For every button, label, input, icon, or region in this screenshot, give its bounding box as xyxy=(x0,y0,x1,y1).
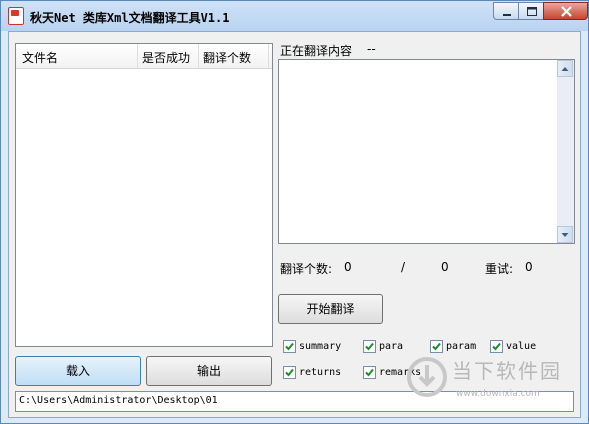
maximize-icon xyxy=(527,7,537,16)
watermark-url: www.downxia.com xyxy=(456,389,540,399)
vertical-scrollbar[interactable] xyxy=(557,60,574,243)
column-divider xyxy=(268,44,269,68)
app-window: 秋天Net 类库Xml文档翻译工具V1.1 文件名 是否成功 翻译个数 正在翻译… xyxy=(0,0,589,424)
close-icon xyxy=(561,6,572,17)
checkbox-box[interactable] xyxy=(363,340,376,353)
watermark-name: 当下软件园 xyxy=(452,359,562,383)
minimize-button[interactable] xyxy=(493,2,519,20)
checkbox-box[interactable] xyxy=(283,340,296,353)
status-value: -- xyxy=(367,42,376,56)
path-text: C:\Users\Administrator\Desktop\01 xyxy=(19,395,218,406)
translated-count-label: 翻译个数: xyxy=(280,262,333,276)
maximize-button[interactable] xyxy=(518,2,544,20)
checkbox-box[interactable] xyxy=(430,340,443,353)
option-label: para xyxy=(379,341,404,352)
checkmark-icon xyxy=(365,368,374,377)
checkmark-icon xyxy=(365,342,374,351)
file-list[interactable]: 文件名 是否成功 翻译个数 xyxy=(15,43,273,347)
option-label: param xyxy=(446,341,477,352)
checkbox-box[interactable] xyxy=(363,366,376,379)
checkbox-box[interactable] xyxy=(283,366,296,379)
column-success[interactable]: 是否成功 xyxy=(142,49,190,66)
window-title: 秋天Net 类库Xml文档翻译工具V1.1 xyxy=(30,11,230,25)
start-translate-button[interactable]: 开始翻译 xyxy=(278,294,383,324)
retry-value: 0 xyxy=(525,260,533,274)
close-button[interactable] xyxy=(543,2,588,20)
file-list-header: 文件名 是否成功 翻译个数 xyxy=(16,44,272,69)
checkmark-icon xyxy=(492,342,501,351)
column-filename[interactable]: 文件名 xyxy=(22,49,58,66)
total-count-value: 0 xyxy=(441,260,449,274)
app-icon xyxy=(8,7,24,25)
download-logo-icon xyxy=(407,357,447,397)
load-button[interactable]: 载入 xyxy=(15,356,141,386)
scroll-down-button[interactable] xyxy=(557,226,573,243)
scroll-up-button[interactable] xyxy=(557,60,573,77)
minimize-icon xyxy=(503,14,511,16)
watermark: 当下软件园 www.downxia.com xyxy=(406,353,581,405)
checkbox-box[interactable] xyxy=(490,340,503,353)
retry-label: 重试: xyxy=(485,262,514,276)
export-button[interactable]: 输出 xyxy=(146,356,272,386)
checkmark-icon xyxy=(432,342,441,351)
option-label: returns xyxy=(299,367,342,378)
checkmark-icon xyxy=(285,342,294,351)
title-bar[interactable]: 秋天Net 类库Xml文档翻译工具V1.1 xyxy=(1,1,588,31)
translated-count-value: 0 xyxy=(344,260,352,274)
column-divider xyxy=(198,44,199,68)
option-label: summary xyxy=(299,341,342,352)
checkmark-icon xyxy=(285,368,294,377)
arrow-up-icon xyxy=(561,67,569,71)
status-label: 正在翻译内容 xyxy=(280,44,353,58)
column-translated-count[interactable]: 翻译个数 xyxy=(203,49,251,66)
column-divider xyxy=(137,44,138,68)
arrow-down-icon xyxy=(561,233,569,237)
option-label: value xyxy=(506,341,537,352)
translation-content-area[interactable] xyxy=(278,59,575,244)
count-separator: / xyxy=(401,260,406,274)
